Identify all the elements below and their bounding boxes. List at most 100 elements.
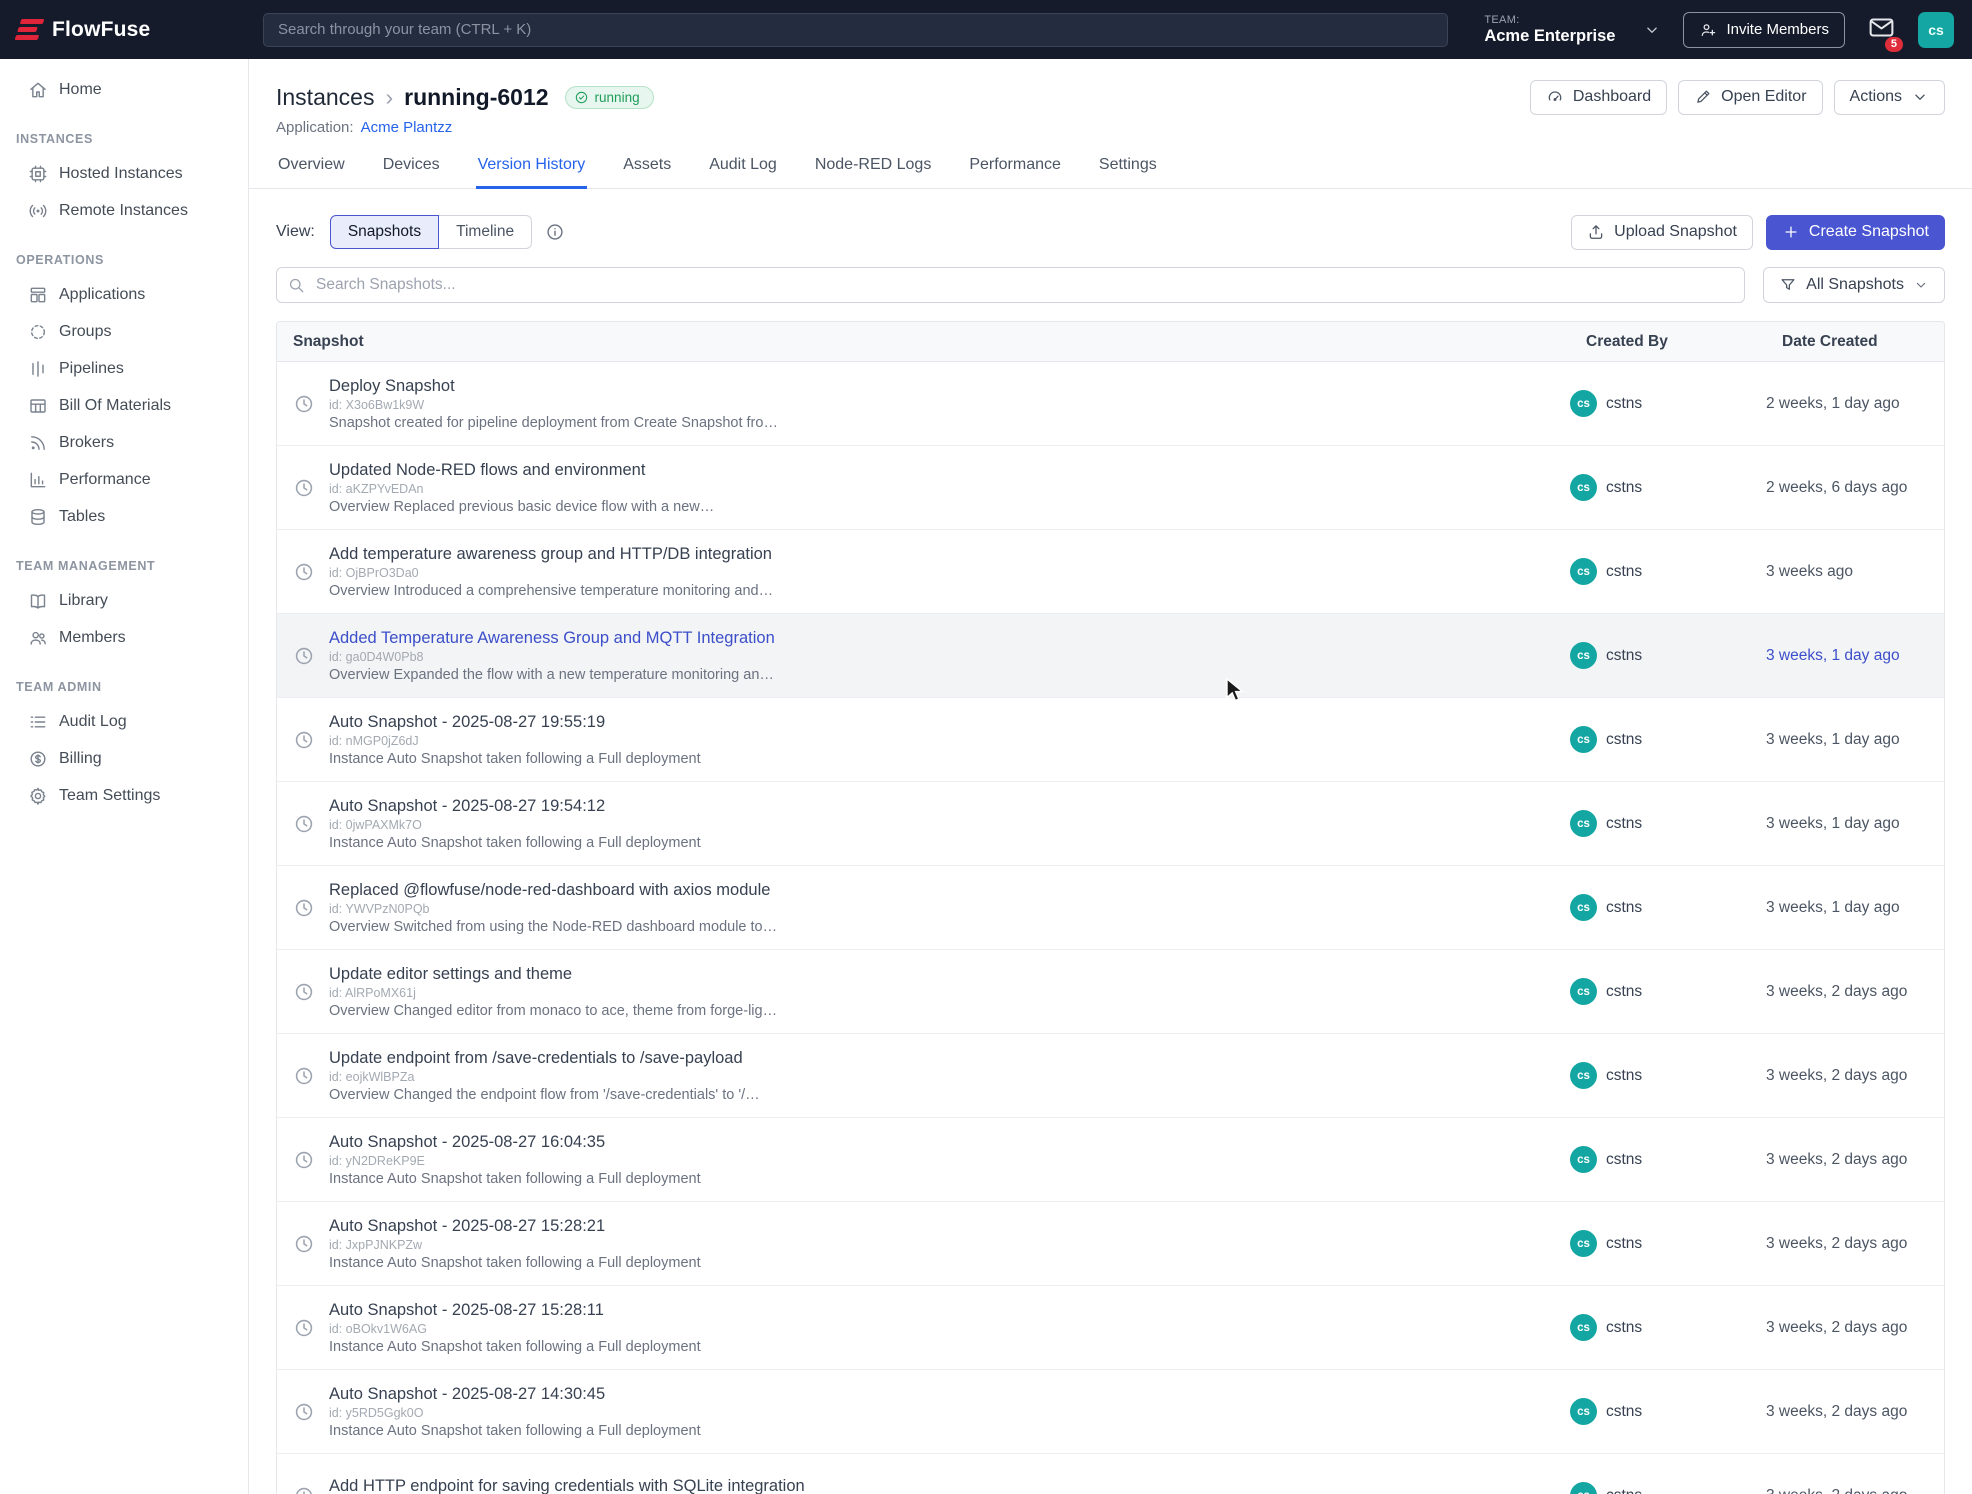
sidebar-item-label: Performance [59,471,151,489]
user-avatar: cs [1570,1314,1597,1341]
table-row[interactable]: Updated Node-RED flows and environmentid… [277,446,1944,530]
table-row[interactable]: Auto Snapshot - 2025-08-27 14:30:45id: y… [277,1370,1944,1454]
snapshot-search-input[interactable] [276,267,1745,303]
sidebar-item-billing[interactable]: Billing [0,740,248,777]
table-row[interactable]: Auto Snapshot - 2025-08-27 15:28:11id: o… [277,1286,1944,1370]
invite-members-button[interactable]: Invite Members [1683,12,1845,48]
sidebar-item-library[interactable]: Library [0,582,248,619]
application-link[interactable]: Acme Plantzz [361,119,453,138]
snapshot-id: id: YWVPzN0PQb [329,902,777,916]
clock-icon [293,1233,315,1255]
date-created: 3 weeks, 2 days ago [1766,1067,1944,1085]
actions-button[interactable]: Actions [1834,80,1945,115]
table-row[interactable]: Add HTTP endpoint for saving credentials… [277,1454,1944,1494]
create-snapshot-button[interactable]: Create Snapshot [1766,215,1945,250]
date-created: 3 weeks, 1 day ago [1766,647,1944,665]
sidebar-item-label: Library [59,592,108,610]
table-grid-icon [28,396,48,416]
table-row[interactable]: Auto Snapshot - 2025-08-27 19:55:19id: n… [277,698,1944,782]
created-by-name: cstns [1606,1319,1642,1337]
snapshot-description: Instance Auto Snapshot taken following a… [329,1171,701,1187]
view-option-snapshots[interactable]: Snapshots [330,215,439,249]
sidebar-item-team-settings[interactable]: Team Settings [0,777,248,814]
snapshot-title[interactable]: Auto Snapshot - 2025-08-27 15:28:11 [329,1301,701,1320]
sidebar-item-remote-instances[interactable]: Remote Instances [0,192,248,229]
snapshot-title[interactable]: Update endpoint from /save-credentials t… [329,1049,760,1068]
tab-assets[interactable]: Assets [621,150,673,189]
sidebar-item-performance[interactable]: Performance [0,461,248,498]
user-avatar: cs [1570,1146,1597,1173]
upload-snapshot-button[interactable]: Upload Snapshot [1571,215,1753,250]
sidebar-item-members[interactable]: Members [0,619,248,656]
notification-badge: 5 [1885,37,1903,52]
snapshot-title[interactable]: Replaced @flowfuse/node-red-dashboard wi… [329,881,777,900]
created-by-name: cstns [1606,815,1642,833]
notifications-button[interactable]: 5 [1867,13,1896,47]
sidebar-item-brokers[interactable]: Brokers [0,424,248,461]
snapshot-description: Snapshot created for pipeline deployment… [329,415,778,431]
gauge-icon [1546,88,1564,106]
snapshot-title[interactable]: Auto Snapshot - 2025-08-27 14:30:45 [329,1385,701,1404]
sidebar-item-applications[interactable]: Applications [0,276,248,313]
table-row[interactable]: Auto Snapshot - 2025-08-27 16:04:35id: y… [277,1118,1944,1202]
sidebar-item-tables[interactable]: Tables [0,498,248,535]
snapshot-title[interactable]: Auto Snapshot - 2025-08-27 19:54:12 [329,797,701,816]
snapshot-title[interactable]: Add HTTP endpoint for saving credentials… [329,1477,805,1494]
snapshot-title[interactable]: Deploy Snapshot [329,377,778,396]
view-option-timeline[interactable]: Timeline [438,215,532,249]
team-selector[interactable]: TEAM: Acme Enterprise [1484,14,1661,46]
snapshot-filter-dropdown[interactable]: All Snapshots [1763,267,1945,303]
created-by-name: cstns [1606,1151,1642,1169]
date-created: 3 weeks, 2 days ago [1766,983,1944,1001]
main-content: Instances › running-6012 running Dashboa… [249,59,1972,1494]
tab-version-history[interactable]: Version History [476,150,588,189]
user-avatar: cs [1570,978,1597,1005]
table-row[interactable]: Auto Snapshot - 2025-08-27 15:28:21id: J… [277,1202,1944,1286]
sidebar-item-bill-of-materials[interactable]: Bill Of Materials [0,387,248,424]
tab-node-red-logs[interactable]: Node-RED Logs [813,150,934,189]
tab-settings[interactable]: Settings [1097,150,1159,189]
snapshots-table: SnapshotCreated ByDate Created Deploy Sn… [276,321,1945,1494]
snapshot-title[interactable]: Auto Snapshot - 2025-08-27 19:55:19 [329,713,701,732]
snapshot-title[interactable]: Update editor settings and theme [329,965,777,984]
rss-icon [28,433,48,453]
table-row[interactable]: Deploy Snapshotid: X3o6Bw1k9WSnapshot cr… [277,362,1944,446]
tab-devices[interactable]: Devices [381,150,442,189]
table-row[interactable]: Replaced @flowfuse/node-red-dashboard wi… [277,866,1944,950]
sidebar-item-audit-log[interactable]: Audit Log [0,703,248,740]
date-created: 3 weeks, 1 day ago [1766,731,1944,749]
table-row[interactable]: Added Temperature Awareness Group and MQ… [277,614,1944,698]
snapshot-title[interactable]: Updated Node-RED flows and environment [329,461,714,480]
circle-dashed-icon [28,322,48,342]
table-row[interactable]: Update editor settings and themeid: AlRP… [277,950,1944,1034]
snapshot-title[interactable]: Auto Snapshot - 2025-08-27 16:04:35 [329,1133,701,1152]
user-menu-avatar[interactable]: cs [1918,12,1954,48]
snapshot-title[interactable]: Add temperature awareness group and HTTP… [329,545,773,564]
sidebar-item-groups[interactable]: Groups [0,313,248,350]
created-by-name: cstns [1606,395,1642,413]
column-header-date-created: Date Created [1766,333,1944,351]
table-row[interactable]: Auto Snapshot - 2025-08-27 19:54:12 id: 0… [277,782,1944,866]
table-row[interactable]: Update endpoint from /save-credentials t… [277,1034,1944,1118]
clock-icon [293,561,315,583]
created-by-name: cstns [1606,899,1642,917]
dashboard-button[interactable]: Dashboard [1530,80,1667,115]
sidebar-item-home[interactable]: Home [0,71,248,108]
upload-icon [1587,223,1605,241]
snapshot-id: id: 0jwPAXMk7O [329,818,701,832]
flowfuse-logo[interactable]: FlowFuse [0,18,249,42]
info-icon[interactable] [545,222,565,242]
tab-overview[interactable]: Overview [276,150,347,189]
tab-audit-log[interactable]: Audit Log [707,150,779,189]
clock-icon [293,897,315,919]
sidebar-item-pipelines[interactable]: Pipelines [0,350,248,387]
open-editor-button[interactable]: Open Editor [1678,80,1822,115]
sidebar-item-hosted-instances[interactable]: Hosted Instances [0,155,248,192]
breadcrumb-instances-link[interactable]: Instances [276,84,374,111]
tab-performance[interactable]: Performance [967,150,1063,189]
user-avatar: cs [1570,1062,1597,1089]
snapshot-title[interactable]: Added Temperature Awareness Group and MQ… [329,629,775,648]
team-search-input[interactable] [263,13,1448,47]
table-row[interactable]: Add temperature awareness group and HTTP… [277,530,1944,614]
snapshot-title[interactable]: Auto Snapshot - 2025-08-27 15:28:21 [329,1217,701,1236]
